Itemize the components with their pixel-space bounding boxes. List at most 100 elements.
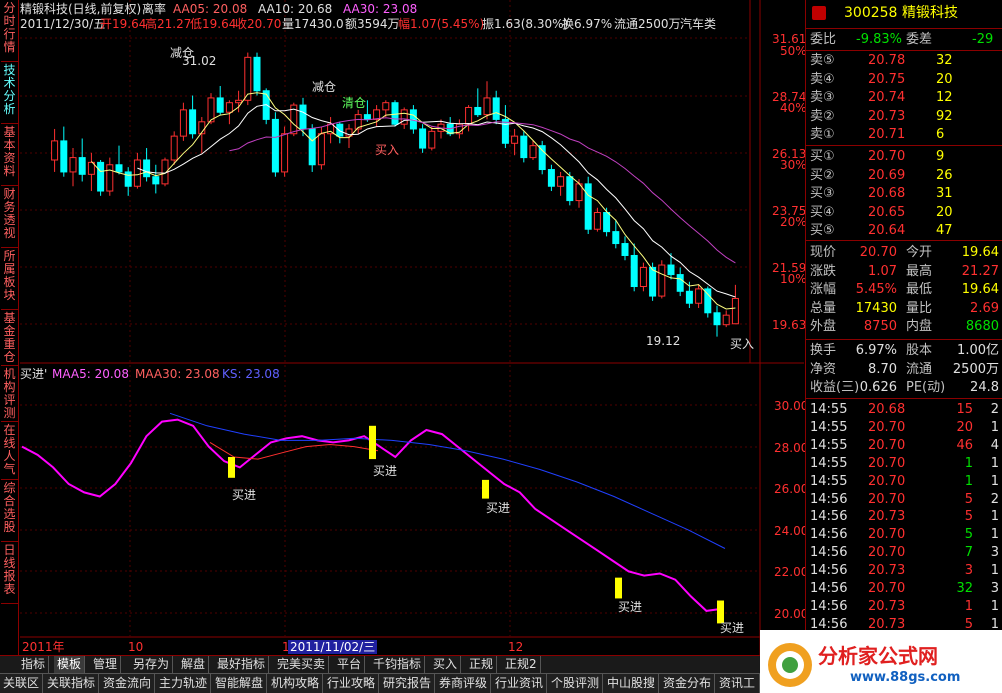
pct-tick: 50% <box>780 44 807 58</box>
indicator-tab[interactable]: 千钧指标 <box>370 656 426 674</box>
tick-row: 14:55 20.70 46 4 <box>810 437 999 453</box>
indicator-tab[interactable]: 买入 <box>430 656 462 674</box>
maa5-label: MAA5: 20.08 <box>52 367 129 381</box>
candle-body <box>566 176 574 202</box>
sub-axis-tick: 28.00 <box>774 441 809 455</box>
pct-tick: 30% <box>780 158 807 172</box>
chart-area[interactable]: 精锻科技(日线,前复权) 离率 AA05: 20.08 AA10: 20.68 … <box>20 0 808 655</box>
close-label: 收20.70 <box>235 17 282 31</box>
quote-stat-row: 换手 6.97% 股本 1.00亿 <box>810 343 999 358</box>
sub-axis-tick: 22.00 <box>774 565 809 579</box>
candle-body <box>235 99 243 104</box>
buy-order-row: 买⑤ 20.64 47 <box>810 223 953 239</box>
tab-popularity[interactable]: 在线人气 <box>1 422 18 480</box>
candle-body <box>538 145 546 171</box>
tick-row: 14:56 20.73 1 1 <box>810 598 999 614</box>
candle-body <box>189 109 197 135</box>
indicator-tab[interactable]: 正规 <box>466 656 498 674</box>
quote-panel: 300258 精锻科技 委比 -9.83% 委差 -29 卖⑤ 20.78 32… <box>805 0 1002 655</box>
candle-body <box>317 133 325 166</box>
maa30-line <box>209 441 379 460</box>
pct-tick: 40% <box>780 101 807 115</box>
tab-screener[interactable]: 综合选股 <box>1 480 18 542</box>
annotation-buy: 买入 <box>375 143 400 157</box>
tick-row: 14:55 20.70 1 1 <box>810 455 999 471</box>
candle-body <box>51 140 59 161</box>
menu-tab[interactable]: 行业攻略 <box>324 674 380 693</box>
candle-body <box>483 97 491 116</box>
menu-tab[interactable]: 资金分布 <box>660 674 716 693</box>
indicator-tab[interactable]: 模板 <box>54 656 86 674</box>
candle-body <box>584 183 592 230</box>
sub-axis-tick: 26.00 <box>774 482 809 496</box>
tab-finance[interactable]: 财务透视 <box>1 186 18 248</box>
candle-body <box>216 97 224 113</box>
menu-tab[interactable]: 机构攻略 <box>268 674 324 693</box>
candle-body <box>511 135 519 144</box>
industry-label: 汽车类 <box>680 17 717 31</box>
tab-fund[interactable]: 基金重仓 <box>1 310 18 366</box>
indicator-tab[interactable]: 完美买卖 <box>274 656 330 674</box>
candle-body <box>474 106 482 116</box>
tab-technical[interactable]: 技术分析 <box>1 62 18 124</box>
candle-body <box>492 97 500 120</box>
menu-tab[interactable]: 研究报告 <box>380 674 436 693</box>
left-tab-bar: 分时行情 技术分析 基本资料 财务透视 所属板块 基金重仓 机构评测 在线人气 … <box>0 0 19 655</box>
candle-body <box>501 118 509 144</box>
menu-tab[interactable]: 资金流向 <box>100 674 156 693</box>
quote-stat-row: 涨幅 5.45% 最低 19.64 <box>810 282 999 298</box>
stock-code: 300258 <box>844 5 898 21</box>
tab-basic-info[interactable]: 基本资料 <box>1 124 18 186</box>
tick-row: 14:56 20.70 5 1 <box>810 527 999 543</box>
candle-body <box>97 161 105 192</box>
candle-body <box>695 288 703 304</box>
indicator-tab[interactable]: 指标 <box>18 656 50 674</box>
sell-order-row: 卖② 20.73 92 <box>810 108 953 124</box>
menu-tab[interactable]: 资讯工场 <box>716 674 760 693</box>
indicator-tab[interactable]: 最好指标 <box>214 656 270 674</box>
ks-label: KS: 23.08 <box>222 367 280 381</box>
tick-row: 14:56 20.73 5 1 <box>810 509 999 525</box>
mode-label: 离率 <box>142 2 167 16</box>
ma10-label: AA10: 20.68 <box>258 2 333 16</box>
indicator-tab[interactable]: 管理 <box>90 656 122 674</box>
menu-tab[interactable]: 行业资讯 <box>492 674 548 693</box>
change-label: 幅1.07(5.45%) <box>398 17 485 31</box>
menu-tab[interactable]: 智能解盘 <box>212 674 268 693</box>
stock-name: 精锻科技 <box>902 5 958 21</box>
high-label: 高21.27 <box>145 17 192 31</box>
indicator-tab[interactable]: 另存为 <box>130 656 174 674</box>
menu-tab[interactable]: 中山股搜 <box>604 674 660 693</box>
candle-body <box>225 102 233 113</box>
buy-order-row: 买② 20.69 26 <box>810 167 953 183</box>
menu-tab[interactable]: 券商评级 <box>436 674 492 693</box>
menu-tab[interactable]: 主力轨迹 <box>156 674 212 693</box>
tab-sector[interactable]: 所属板块 <box>1 248 18 310</box>
candle-body <box>428 130 436 149</box>
kline-chart[interactable] <box>20 0 804 655</box>
tab-fenshi[interactable]: 分时行情 <box>1 0 18 62</box>
quote-stat-row: 净资 8.70 流通 2500万 <box>810 361 999 377</box>
volume-label: 量17430.0 <box>282 17 344 31</box>
tab-institution[interactable]: 机构评测 <box>1 366 18 422</box>
indicator-tab[interactable]: 平台 <box>334 656 366 674</box>
candle-body <box>621 243 629 256</box>
turnover-label: 换6.97% <box>562 17 613 31</box>
indicator-tab[interactable]: 正规2 <box>502 656 541 674</box>
candle-body <box>731 297 739 325</box>
site-logo: 分析家公式网 www.88gs.com <box>760 630 1002 693</box>
quote-stat-row: 总量 17430 量比 2.69 <box>810 300 999 316</box>
menu-tab[interactable]: 关联指标 <box>44 674 100 693</box>
menu-tab[interactable]: 关联区 <box>0 674 44 693</box>
tick-row: 14:55 20.68 15 2 <box>810 402 999 417</box>
pct-tick: 20% <box>780 215 807 229</box>
logo-text: 分析家公式网 <box>818 644 938 668</box>
cursor-date: 2011/11/02/三 <box>288 640 378 654</box>
menu-tab[interactable]: 个股评测 <box>548 674 604 693</box>
buy-signal-label: 买进 <box>232 488 257 502</box>
tick-row: 14:55 20.70 20 1 <box>810 419 999 435</box>
buy-order-row: 买① 20.70 9 <box>810 149 945 164</box>
logo-url: www.88gs.com <box>850 670 961 685</box>
tab-daily-report[interactable]: 日线报表 <box>1 542 18 604</box>
indicator-tab[interactable]: 解盘 <box>178 656 210 674</box>
